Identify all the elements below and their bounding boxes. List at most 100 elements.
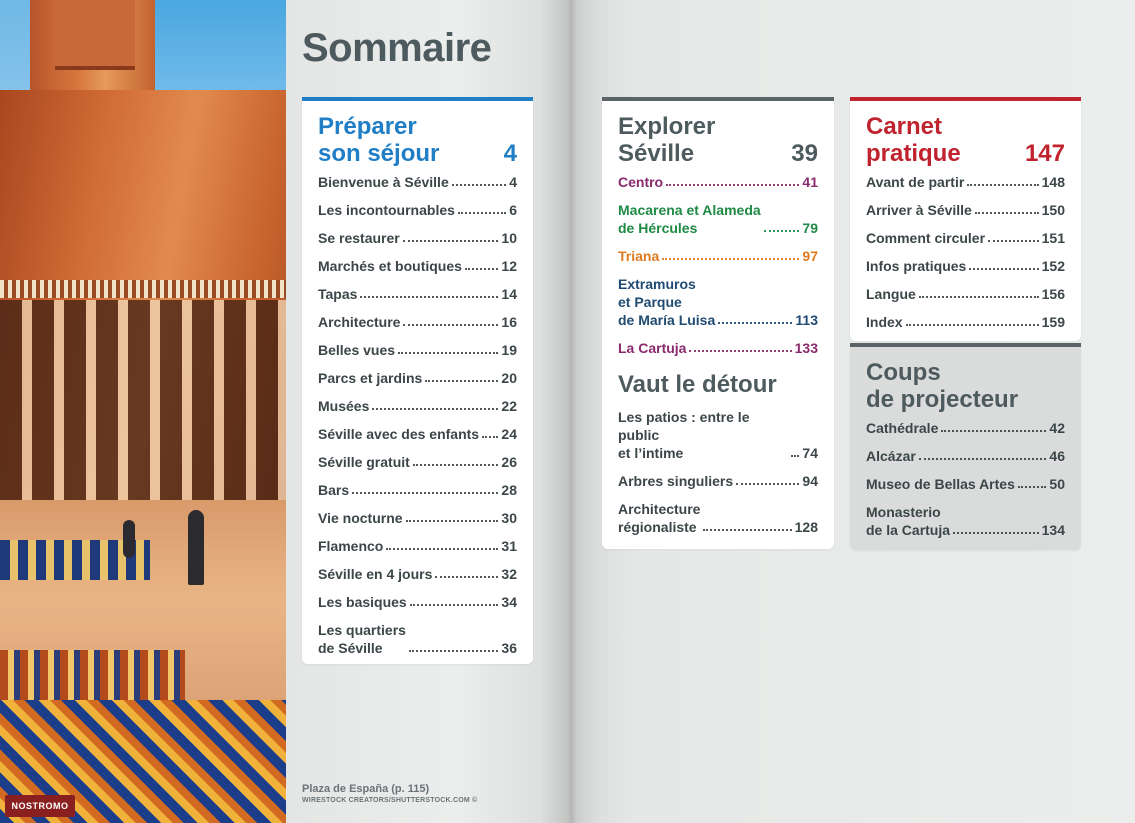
carnet-entry-page: 152 <box>1041 258 1065 274</box>
dot-leader <box>703 529 792 531</box>
preparer-entry-label: Séville en 4 jours <box>318 566 433 582</box>
preparer-entry-page: 10 <box>501 230 517 246</box>
preparer-heading-page: 4 <box>503 140 517 167</box>
detour-entry[interactable]: Architecture régionaliste 128 <box>618 500 818 536</box>
preparer-entry[interactable]: Parcs et jardins 20 <box>318 369 517 387</box>
carnet-entry[interactable]: Comment circuler 151 <box>866 229 1065 247</box>
preparer-entry[interactable]: Flamenco 31 <box>318 537 517 555</box>
coups-entry[interactable]: Cathédrale 42 <box>866 419 1065 437</box>
preparer-entry-page: 36 <box>501 640 517 656</box>
preparer-entry[interactable]: Tapas 14 <box>318 285 517 303</box>
preparer-entry[interactable]: Séville gratuit 26 <box>318 453 517 471</box>
preparer-entry-page: 32 <box>501 566 517 582</box>
carnet-entry-label: Index <box>866 314 903 330</box>
preparer-entry-label: Se restaurer <box>318 230 400 246</box>
explorer-heading[interactable]: Explorer Séville 39 <box>618 113 818 167</box>
dot-leader <box>403 324 499 326</box>
coups-heading-label: Coups de projecteur <box>866 359 1019 413</box>
coups-entry[interactable]: Museo de Bellas Artes 50 <box>866 475 1065 493</box>
carnet-entry-page: 150 <box>1041 202 1065 218</box>
preparer-entry[interactable]: Bars 28 <box>318 481 517 499</box>
preparer-entry[interactable]: Bienvenue à Séville 4 <box>318 173 517 191</box>
dot-leader <box>905 324 1039 326</box>
explorer-entry[interactable]: Triana 97 <box>618 247 818 265</box>
book-gutter <box>540 0 600 823</box>
dot-leader <box>953 532 1039 534</box>
explorer-entry-label: Extramuros et Parque de María Luisa <box>618 276 716 328</box>
carnet-list: Avant de partir 148 Arriver à Séville 150 Co… <box>866 173 1065 331</box>
dot-leader <box>482 436 499 438</box>
preparer-entry[interactable]: Musées 22 <box>318 397 517 415</box>
preparer-entry-page: 14 <box>501 286 517 302</box>
preparer-entry-label: Flamenco <box>318 538 384 554</box>
dot-leader <box>718 322 793 324</box>
coups-entry[interactable]: Alcázar 46 <box>866 447 1065 465</box>
explorer-entry[interactable]: La Cartuja 133 <box>618 339 818 357</box>
preparer-heading-label: Préparer son séjour <box>318 113 440 167</box>
carnet-entry-label: Infos pratiques <box>866 258 967 274</box>
plaza-de-espana-photo: NOSTROMO <box>0 0 286 823</box>
preparer-entry[interactable]: Architecture 16 <box>318 313 517 331</box>
dot-leader <box>409 604 499 606</box>
preparer-entry[interactable]: Se restaurer 10 <box>318 229 517 247</box>
carnet-entry[interactable]: Avant de partir 148 <box>866 173 1065 191</box>
preparer-entry[interactable]: Belles vues 19 <box>318 341 517 359</box>
preparer-entry-label: Tapas <box>318 286 358 302</box>
detour-entry-label: Arbres singuliers <box>618 473 734 489</box>
carnet-entry[interactable]: Index 159 <box>866 313 1065 331</box>
explorer-entry-page: 133 <box>794 340 818 356</box>
detour-entry[interactable]: Arbres singuliers 94 <box>618 472 818 490</box>
explorer-entry[interactable]: Macarena et Alameda de Hércules 79 <box>618 201 818 237</box>
detour-entry-label: Les patios : entre le public et l’intime <box>618 409 750 461</box>
detour-entry[interactable]: Les patios : entre le public et l’intime… <box>618 408 818 462</box>
preparer-entry[interactable]: Séville en 4 jours 32 <box>318 565 517 583</box>
preparer-entry[interactable]: Les basiques 34 <box>318 593 517 611</box>
detour-entry-page: 74 <box>802 445 818 461</box>
dot-leader <box>1017 486 1047 488</box>
dot-leader <box>988 240 1039 242</box>
preparer-entry[interactable]: Les quartiers de Séville 36 <box>318 621 517 657</box>
carnet-entry-page: 151 <box>1041 230 1065 246</box>
carnet-entry-label: Langue <box>866 286 916 302</box>
carnet-heading-label: Carnet pratique <box>866 113 961 167</box>
carnet-heading-page: 147 <box>1024 140 1065 167</box>
preparer-entry-page: 22 <box>501 398 517 414</box>
dot-leader <box>941 430 1047 432</box>
detour-heading: Vaut le détour <box>618 371 777 398</box>
dot-leader <box>967 184 1039 186</box>
explorer-entry[interactable]: Extramuros et Parque de María Luisa 113 <box>618 275 818 329</box>
preparer-heading[interactable]: Préparer son séjour 4 <box>318 113 517 167</box>
explorer-heading-label: Explorer Séville <box>618 113 716 167</box>
preparer-entry-label: Bars <box>318 482 350 498</box>
preparer-entry-page: 30 <box>501 510 517 526</box>
carnet-entry-label: Comment circuler <box>866 230 986 246</box>
preparer-list: Bienvenue à Séville 4 Les incontournables 6… <box>318 173 517 657</box>
preparer-entry-label: Séville avec des enfants <box>318 426 480 442</box>
detour-entry-page: 94 <box>802 473 818 489</box>
coups-entry[interactable]: Monasterio de la Cartuja 134 <box>866 503 1065 539</box>
dot-leader <box>457 212 507 214</box>
preparer-entry[interactable]: Marchés et boutiques 12 <box>318 257 517 275</box>
carnet-entry[interactable]: Langue 156 <box>866 285 1065 303</box>
explorer-entry[interactable]: Centro 41 <box>618 173 818 191</box>
coups-entry-label: Alcázar <box>866 448 916 464</box>
dot-leader <box>918 296 1039 298</box>
coups-entry-page: 134 <box>1041 522 1065 538</box>
preparer-entry[interactable]: Vie nocturne 30 <box>318 509 517 527</box>
explorer-entry-page: 41 <box>802 174 818 190</box>
dot-leader <box>451 184 507 186</box>
preparer-entry-label: Musées <box>318 398 370 414</box>
dot-leader <box>974 212 1039 214</box>
dot-leader <box>736 483 800 485</box>
dot-leader <box>666 184 800 186</box>
dot-leader <box>352 492 499 494</box>
carnet-entry[interactable]: Arriver à Séville 150 <box>866 201 1065 219</box>
explorer-entry-label: Centro <box>618 174 664 190</box>
preparer-entry[interactable]: Séville avec des enfants 24 <box>318 425 517 443</box>
carnet-heading[interactable]: Carnet pratique 147 <box>866 113 1065 167</box>
carnet-entry[interactable]: Infos pratiques 152 <box>866 257 1065 275</box>
detour-entry-label: Architecture régionaliste <box>618 501 701 535</box>
dot-leader <box>386 548 499 550</box>
preparer-entry[interactable]: Les incontournables 6 <box>318 201 517 219</box>
preparer-entry-page: 4 <box>509 174 517 190</box>
